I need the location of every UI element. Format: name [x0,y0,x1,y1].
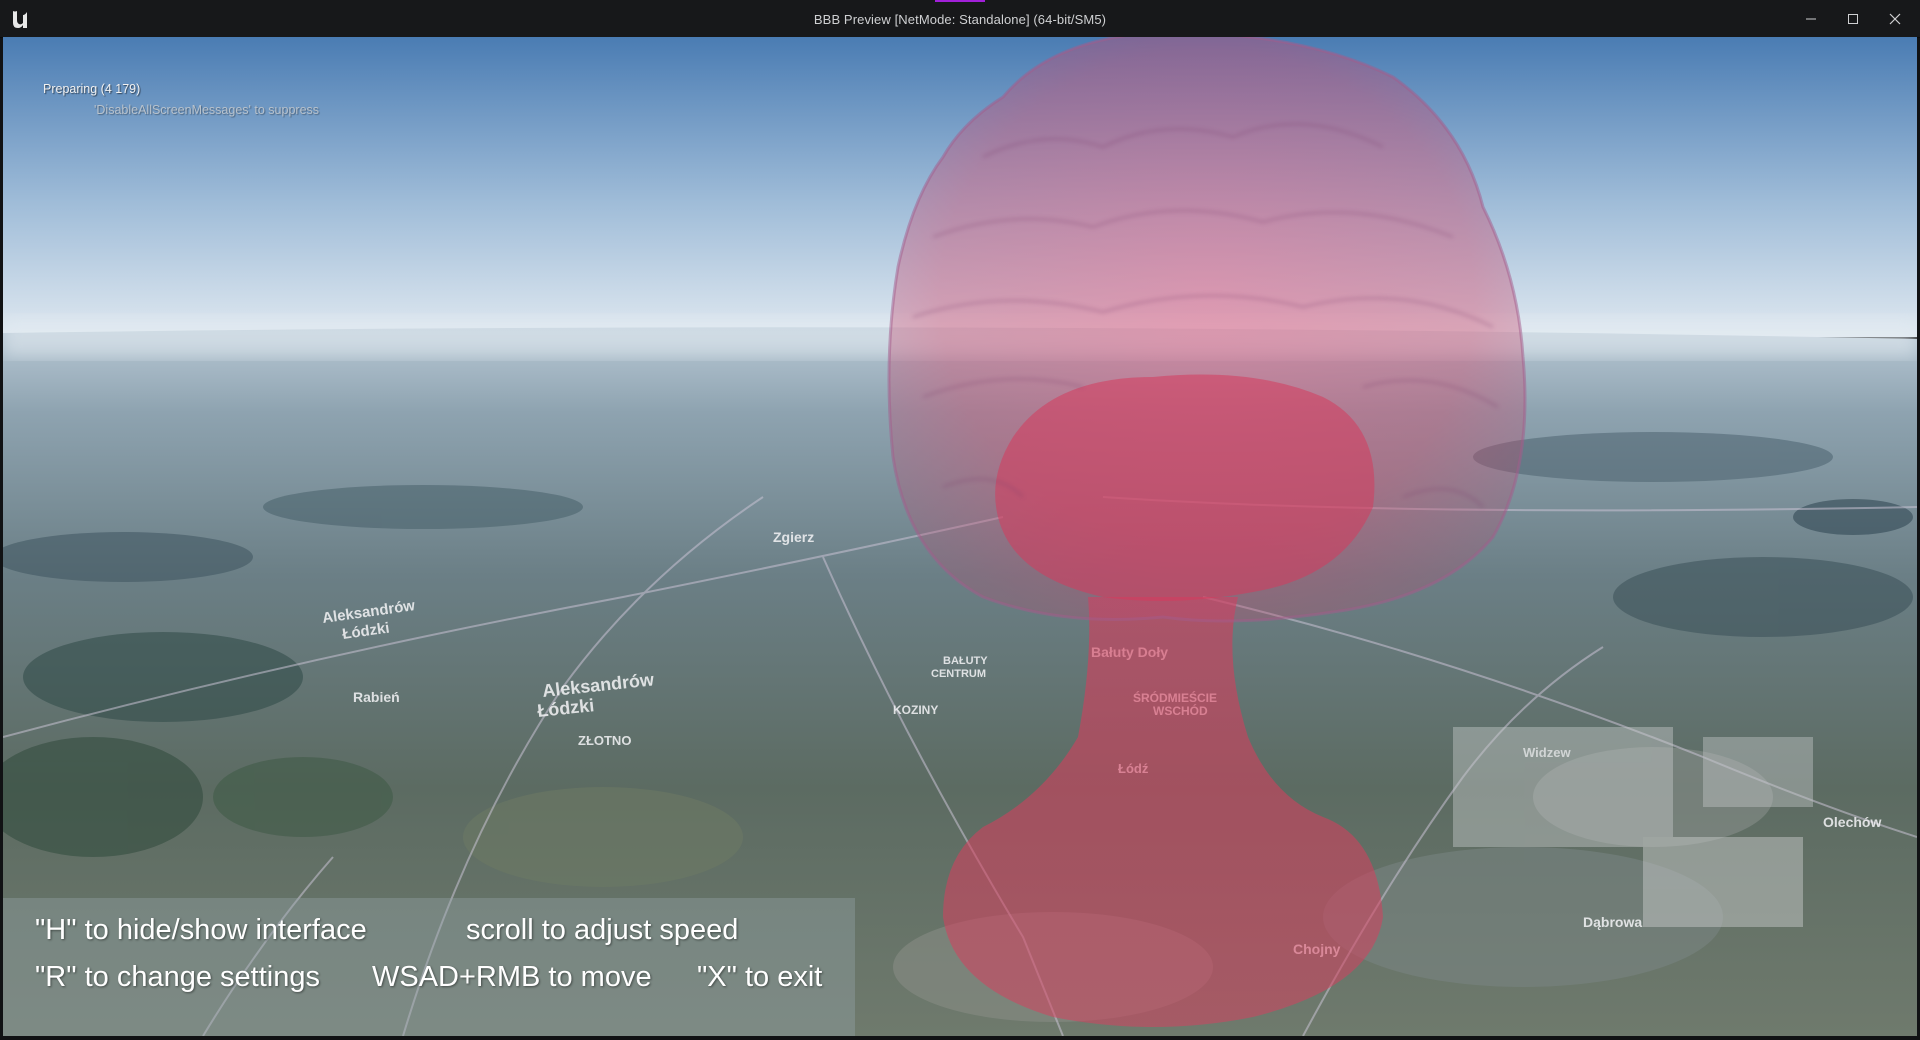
help-scroll-speed: scroll to adjust speed [466,914,739,946]
svg-text:BAŁUTY: BAŁUTY [943,655,988,667]
svg-text:Rabień: Rabień [353,689,400,705]
close-button[interactable] [1874,0,1916,37]
unreal-engine-logo-icon[interactable] [7,6,33,32]
maximize-button[interactable] [1832,0,1874,37]
help-move: WSAD+RMB to move [372,961,652,993]
svg-text:CENTRUM: CENTRUM [931,668,986,680]
title-bar[interactable]: BBB Preview [NetMode: Standalone] (64-bi… [0,0,1920,38]
svg-text:Olechów: Olechów [1823,814,1881,830]
game-viewport[interactable]: Aleksandrów Łódzki Aleksandrów Łódzki Ra… [3,37,1917,1036]
status-message: Preparing (4 179) [43,82,141,96]
minimize-button[interactable] [1790,0,1832,37]
svg-text:KOZINY: KOZINY [893,703,938,717]
svg-text:ZŁOTNO: ZŁOTNO [578,733,631,748]
close-icon [1889,13,1901,25]
cloud-torus [995,374,1375,601]
help-change-settings: "R" to change settings [35,961,320,993]
game-window: BBB Preview [NetMode: Standalone] (64-bi… [0,0,1920,1040]
help-exit: "X" to exit [697,961,823,993]
help-hide-show: "H" to hide/show interface [35,914,367,946]
svg-text:Zgierz: Zgierz [773,529,814,545]
svg-text:Dąbrowa: Dąbrowa [1583,914,1642,930]
active-indicator [935,0,985,2]
window-title: BBB Preview [NetMode: Standalone] (64-bi… [813,12,1107,27]
suppress-hint: 'DisableAllScreenMessages' to suppress [94,103,320,117]
help-panel: "H" to hide/show interface scroll to adj… [3,898,855,1036]
maximize-icon [1848,14,1858,24]
scene-render: Aleksandrów Łódzki Aleksandrów Łódzki Ra… [3,37,1917,1036]
minimize-icon [1806,18,1816,20]
